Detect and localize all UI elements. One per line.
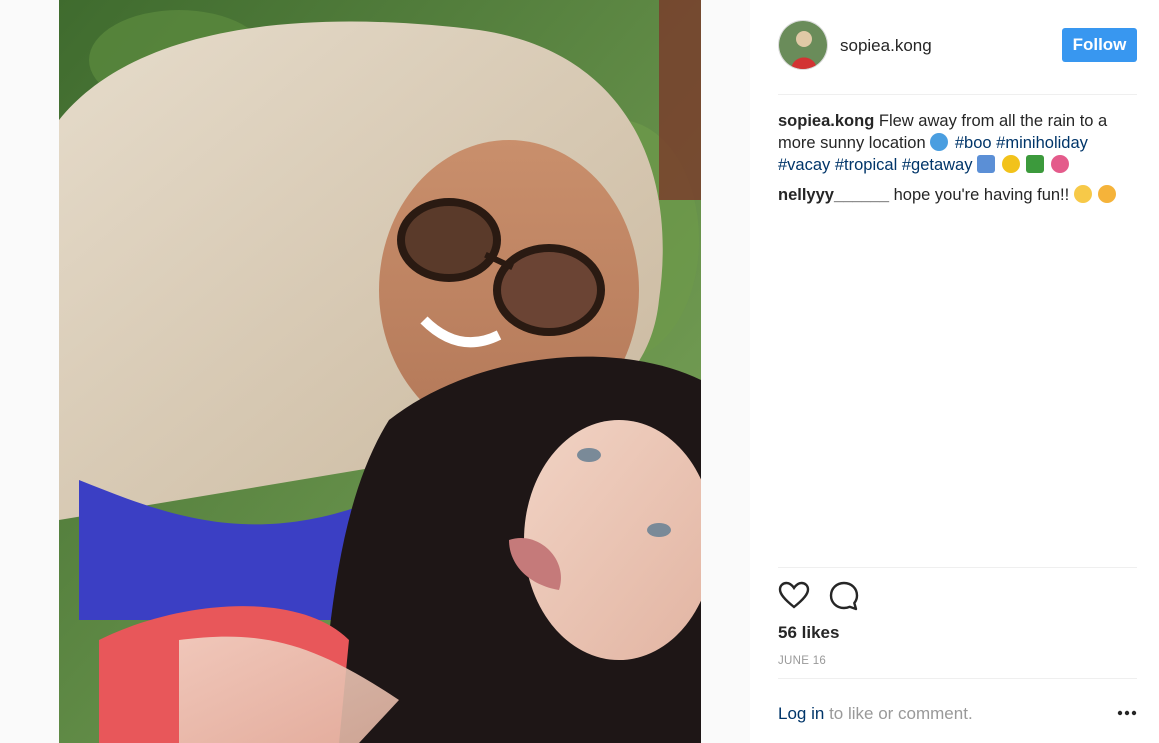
grin-emoji-icon: [1073, 185, 1092, 203]
hashtag-link[interactable]: #vacay: [778, 156, 830, 174]
comment-icon[interactable]: [828, 580, 860, 612]
avatar-image: [779, 21, 827, 69]
post-username[interactable]: sopiea.kong: [840, 36, 932, 56]
wink-kiss-emoji-icon: [1098, 185, 1117, 203]
likes-count[interactable]: 56 likes: [778, 623, 839, 643]
divider: [778, 567, 1137, 568]
comment-item: nellyyy______ hope you're having fun!!: [778, 184, 1137, 206]
sun-emoji-icon: [1001, 155, 1020, 173]
avatar[interactable]: [778, 20, 828, 70]
post-details-pane: sopiea.kong Follow sopiea.kong Flew away…: [750, 0, 1159, 743]
hashtag-link[interactable]: #miniholiday: [996, 134, 1088, 152]
hashtag-link[interactable]: #boo: [955, 134, 992, 152]
hashtag-link[interactable]: #getaway: [902, 156, 973, 174]
heart-icon[interactable]: [778, 580, 810, 612]
divider: [778, 678, 1137, 679]
login-prompt-text: to like or comment.: [829, 704, 973, 723]
login-link[interactable]: Log in: [778, 704, 824, 723]
divider: [778, 94, 1137, 95]
palm-tree-emoji-icon: [1026, 155, 1045, 173]
login-prompt: Log in to like or comment.: [778, 704, 973, 724]
post-photo-image: [59, 0, 701, 743]
hashtag-link[interactable]: #tropical: [835, 156, 897, 174]
caption: sopiea.kong Flew away from all the rain …: [778, 110, 1137, 176]
more-options-icon[interactable]: [1116, 704, 1138, 722]
emoji-icon: [930, 133, 949, 151]
airplane-emoji-icon: [977, 155, 996, 173]
follow-button[interactable]: Follow: [1062, 28, 1137, 62]
comment-username[interactable]: nellyyy______: [778, 186, 889, 204]
caption-username[interactable]: sopiea.kong: [778, 112, 874, 130]
post-date: JUNE 16: [778, 655, 827, 667]
comments-list: sopiea.kong Flew away from all the rain …: [778, 110, 1137, 214]
post-header: sopiea.kong Follow: [778, 20, 1137, 72]
comment-text: hope you're having fun!!: [893, 186, 1070, 204]
post-actions: [778, 580, 898, 612]
post-photo[interactable]: [59, 0, 701, 743]
hibiscus-emoji-icon: [1050, 155, 1069, 173]
